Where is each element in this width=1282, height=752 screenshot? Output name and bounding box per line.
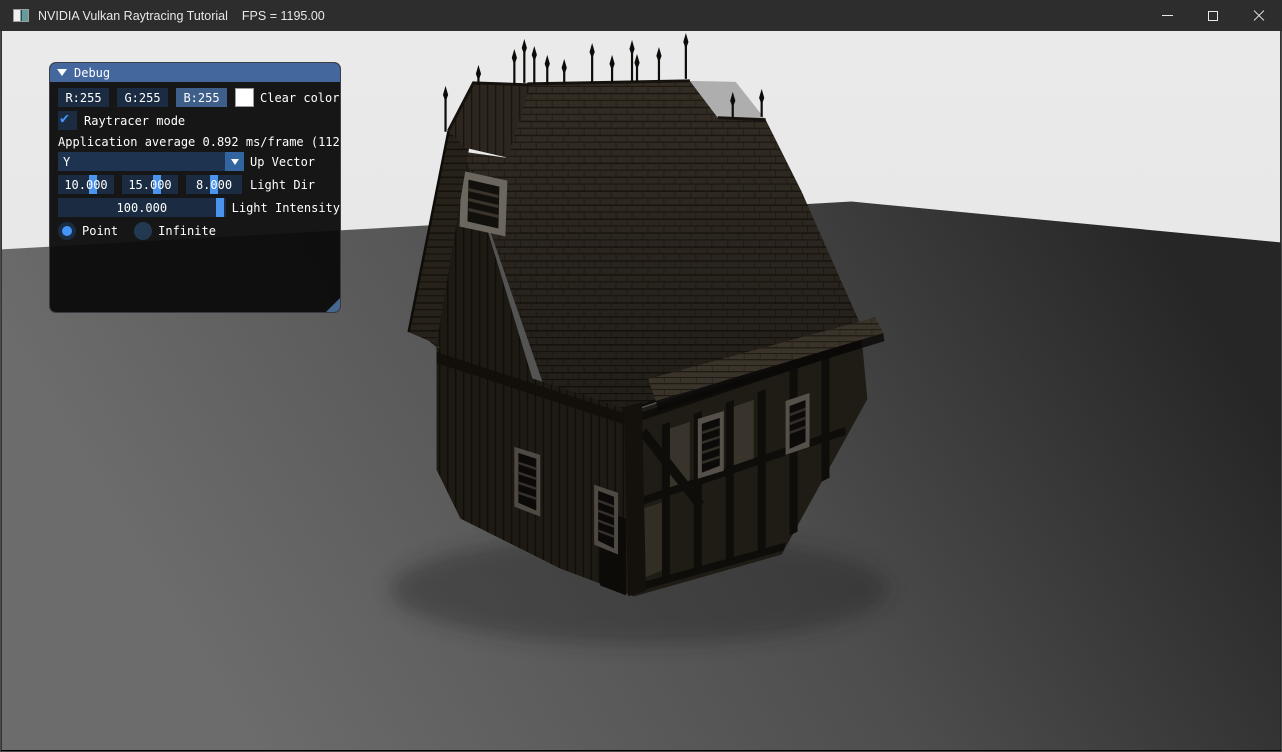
light-dir-y-slider[interactable]: 15.000: [122, 175, 178, 194]
light-dir-z-value: 8.000: [196, 178, 232, 192]
os-titlebar[interactable]: NVIDIA Vulkan Raytracing Tutorial FPS = …: [0, 0, 1282, 31]
collapse-arrow-icon[interactable]: [57, 69, 67, 76]
up-vector-value: Y: [63, 155, 70, 169]
right-wall-window-1: [698, 411, 724, 479]
close-icon: [1253, 10, 1265, 22]
color-r-button[interactable]: R:255: [58, 88, 109, 107]
color-b-button[interactable]: B:255: [176, 88, 227, 107]
debug-panel-titlebar[interactable]: Debug: [50, 63, 340, 82]
debug-panel-title: Debug: [74, 66, 110, 80]
light-intensity-row: 100.000 Light Intensity: [58, 198, 340, 217]
up-vector-combo[interactable]: Y: [58, 152, 244, 171]
raytracer-label: Raytracer mode: [84, 114, 185, 128]
resize-grip[interactable]: [326, 298, 340, 312]
window-title: NVIDIA Vulkan Raytracing Tutorial: [38, 9, 228, 23]
left-wall-window-1: [514, 447, 540, 517]
up-vector-label: Up Vector: [250, 155, 315, 169]
raytracer-row: ✔ Raytracer mode: [58, 111, 340, 130]
app-icon: [13, 9, 29, 22]
light-dir-x-slider[interactable]: 10.000: [58, 175, 114, 194]
infinite-light-label: Infinite: [158, 224, 216, 238]
clear-color-row: R:255 G:255 B:255 Clear color: [58, 88, 340, 107]
raytracer-checkbox[interactable]: ✔: [58, 111, 77, 130]
infinite-light-radio[interactable]: [134, 222, 152, 240]
maximize-button[interactable]: [1190, 0, 1236, 31]
app-window: NVIDIA Vulkan Raytracing Tutorial FPS = …: [0, 0, 1282, 752]
right-wall-window-2: [786, 393, 810, 455]
debug-panel-body: R:255 G:255 B:255 Clear color ✔ Raytrace…: [50, 82, 340, 240]
render-viewport[interactable]: Debug R:255 G:255 B:255 Clear color ✔ Ra…: [0, 31, 1282, 752]
up-vector-row: Y Up Vector: [58, 152, 340, 171]
close-button[interactable]: [1236, 0, 1282, 31]
point-light-label: Point: [82, 224, 118, 238]
minimize-icon: [1162, 15, 1173, 16]
point-light-radio[interactable]: [58, 222, 76, 240]
clear-color-label: Clear color: [260, 91, 339, 105]
color-g-button[interactable]: G:255: [117, 88, 168, 107]
light-type-row: Point Infinite: [58, 221, 340, 240]
light-dir-z-slider[interactable]: 8.000: [186, 175, 242, 194]
light-intensity-value: 100.000: [117, 201, 168, 215]
light-dir-label: Light Dir: [250, 178, 315, 192]
slider-grab[interactable]: [216, 198, 224, 217]
debug-panel[interactable]: Debug R:255 G:255 B:255 Clear color ✔ Ra…: [49, 62, 341, 313]
frame-stats-text: Application average 0.892 ms/frame (1120: [58, 135, 341, 149]
light-dir-x-value: 10.000: [64, 178, 107, 192]
left-wall-window-2: [594, 485, 618, 555]
light-intensity-slider[interactable]: 100.000: [58, 198, 226, 217]
light-dir-row: 10.000 15.000 8.000 Light Dir: [58, 175, 340, 194]
fps-counter: FPS = 1195.00: [242, 9, 325, 23]
maximize-icon: [1208, 11, 1218, 21]
check-icon: ✔: [60, 109, 69, 127]
chevron-down-icon[interactable]: [225, 152, 244, 171]
attic-vent-window: [460, 171, 508, 237]
light-intensity-label: Light Intensity: [232, 201, 340, 215]
minimize-button[interactable]: [1144, 0, 1190, 31]
stats-row: Application average 0.892 ms/frame (1120: [58, 134, 340, 149]
clear-color-swatch[interactable]: [235, 88, 254, 107]
light-dir-y-value: 15.000: [128, 178, 171, 192]
